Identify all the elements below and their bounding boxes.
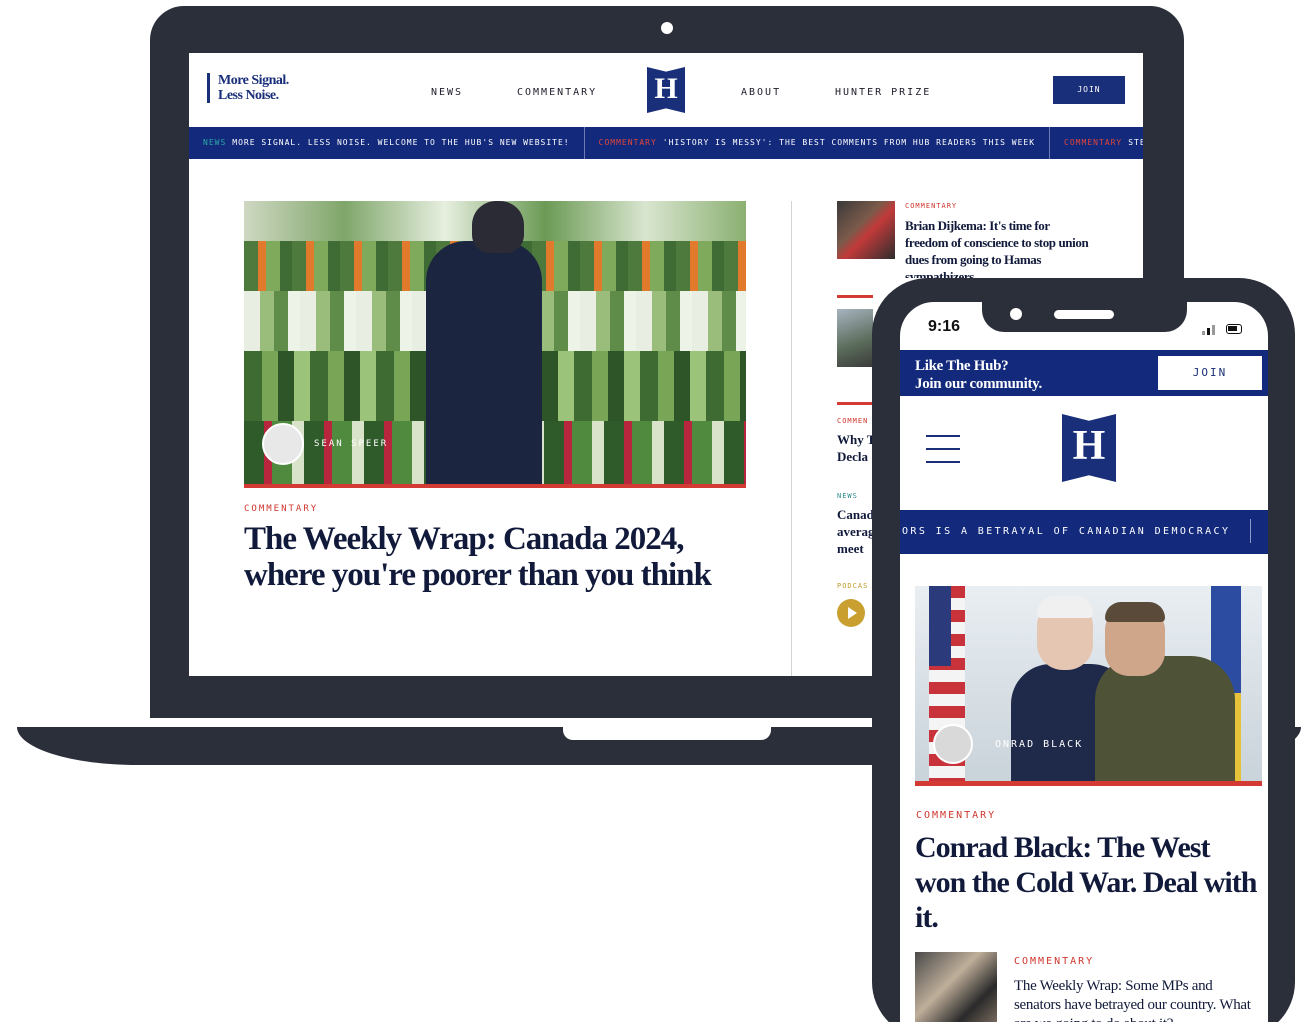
ticker-tag: NEWS [203,138,227,147]
phone-second-category[interactable]: COMMENTARY [1014,956,1094,967]
ticker-item[interactable]: COMMENTARY STEPHEN [1050,127,1143,159]
phone-hero-accent-bar [915,781,1262,786]
phone-join-button[interactable]: JOIN [1158,356,1262,390]
phone-second-headline[interactable]: The Weekly Wrap: Some MPs and senators h… [1014,977,1254,1022]
phone-notch [982,296,1187,332]
menu-icon[interactable] [926,435,960,465]
play-icon[interactable] [837,599,865,627]
laptop-base-notch [563,727,771,740]
banner-line-1: Like The Hub? [915,358,1009,374]
hero-author[interactable]: SEAN SPEER [314,439,388,449]
side-category[interactable]: COMMENTARY [905,202,957,210]
hero-headline[interactable]: The Weekly Wrap: Canada 2024, where you'… [244,521,724,593]
side-category[interactable]: COMMEN [837,417,868,425]
ticker-item[interactable]: COMMENTARY 'HISTORY IS MESSY': THE BEST C… [585,127,1051,159]
phone-hero-category[interactable]: COMMENTARY [916,810,996,821]
phone-ticker-text: ORS IS A BETRAYAL OF CANADIAN DEMOCRACY [902,526,1231,537]
hero-category[interactable]: COMMENTARY [244,504,318,514]
tagline-line-2: Less Noise. [218,88,279,103]
side-headline[interactable]: Brian Dijkema: It's time for freedom of … [905,217,1095,278]
side-headline[interactable]: Canad [837,507,874,523]
nav-hunter-prize[interactable]: HUNTER PRIZE [835,87,931,98]
side-category[interactable]: PODCAS [837,582,868,590]
side-accent-bar [837,295,873,298]
nav-commentary[interactable]: COMMENTARY [517,87,597,98]
banner-line-2: Join our community. [915,376,1042,392]
ticker-tag: COMMENTARY [598,138,657,147]
side-thumbnail[interactable] [837,201,895,259]
hero-image[interactable]: SEAN SPEER [244,201,746,488]
status-icons [1202,323,1242,335]
hero-accent-bar [244,484,746,488]
side-headline[interactable]: averag [837,524,875,540]
status-time: 9:16 [928,318,961,335]
community-banner: Like The Hub? Join our community. JOIN [900,350,1268,396]
nav-news[interactable]: NEWS [431,87,463,98]
tagline-line-1: More Signal. [218,73,289,88]
column-divider [791,201,792,676]
phone-hero-image[interactable]: ONRAD BLACK [915,586,1262,781]
side-headline[interactable]: meet [837,541,864,557]
phone-hero-headline[interactable]: Conrad Black: The West won the Cold War.… [915,830,1260,935]
site-logo[interactable]: H [647,67,685,113]
side-category[interactable]: NEWS [837,492,858,500]
laptop-camera [661,22,673,34]
side-accent-bar [837,402,873,405]
phone-site-logo[interactable]: H [1062,414,1116,482]
side-thumbnail[interactable] [837,309,873,367]
author-avatar [262,423,304,465]
phone-second-thumbnail[interactable] [915,952,997,1022]
ticker-text: MORE SIGNAL. LESS NOISE. WELCOME TO THE … [232,138,570,147]
phone-author-avatar [933,724,973,764]
nav-about[interactable]: ABOUT [741,87,781,98]
site-tagline[interactable]: More Signal. Less Noise. [207,73,289,103]
side-headline[interactable]: Decla [837,449,868,465]
ticker-item[interactable]: NEWS MORE SIGNAL. LESS NOISE. WELCOME TO … [189,127,585,159]
news-ticker: NEWS MORE SIGNAL. LESS NOISE. WELCOME TO … [189,127,1143,159]
side-headline[interactable]: Why T [837,432,875,448]
ticker-text: 'HISTORY IS MESSY': THE BEST COMMENTS FR… [662,138,1036,147]
phone-hero-author[interactable]: ONRAD BLACK [995,739,1083,750]
ticker-tag: COMMENTARY [1064,138,1123,147]
phone-ticker[interactable]: ORS IS A BETRAYAL OF CANADIAN DEMOCRACY [900,510,1268,554]
join-button[interactable]: JOIN [1053,76,1125,104]
ticker-text: STEPHEN [1128,138,1143,147]
phone-screen: 9:16 Like The Hub? Join our community. J… [900,302,1268,1022]
